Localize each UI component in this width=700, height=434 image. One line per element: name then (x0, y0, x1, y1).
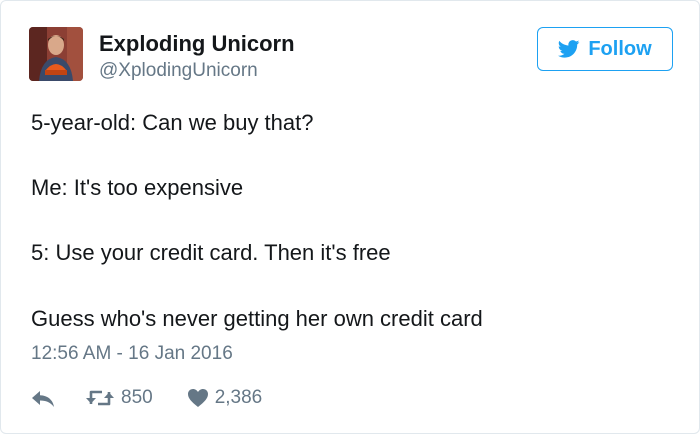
reply-button[interactable] (31, 388, 55, 408)
tweet-actions: 850 2,386 (31, 384, 262, 412)
avatar[interactable] (29, 27, 83, 81)
follow-label: Follow (588, 37, 652, 60)
follow-button[interactable]: Follow (537, 27, 673, 71)
retweet-icon (86, 390, 114, 406)
tweet-line: 5-year-old: Can we buy that? (31, 110, 314, 135)
retweet-button[interactable]: 850 (85, 387, 153, 409)
tweet-line: 5: Use your credit card. Then it's free (31, 240, 391, 265)
tweet-line: Me: It's too expensive (31, 175, 244, 200)
avatar-image (29, 27, 83, 81)
reply-icon (32, 391, 54, 407)
like-button[interactable]: 2,386 (187, 387, 263, 409)
like-count: 2,386 (214, 387, 263, 408)
tweet-line: Guess who's never getting her own credit… (31, 306, 483, 331)
author-handle[interactable]: @XplodingUnicorn (99, 60, 258, 82)
heart-icon (187, 389, 208, 407)
tweet-card: Exploding Unicorn @XplodingUnicorn Follo… (0, 0, 700, 434)
retweet-count: 850 (121, 387, 153, 408)
author-name[interactable]: Exploding Unicorn (99, 31, 295, 57)
twitter-bird-icon (558, 40, 580, 58)
tweet-timestamp[interactable]: 12:56 AM - 16 Jan 2016 (31, 343, 233, 365)
